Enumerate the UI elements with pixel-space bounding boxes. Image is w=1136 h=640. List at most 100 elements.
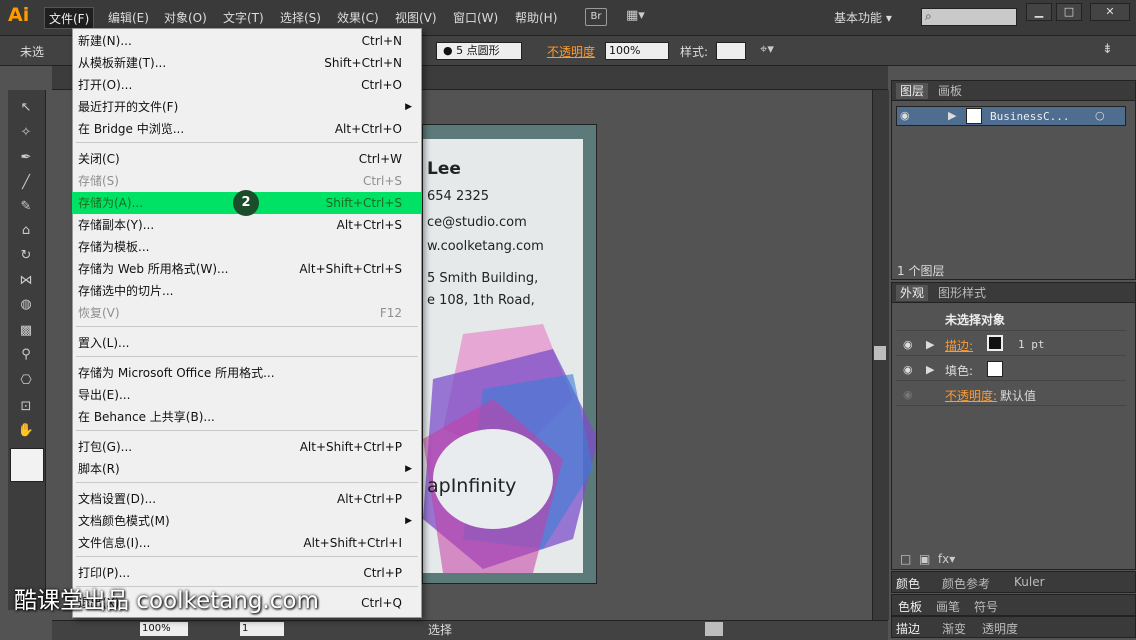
bridge-button[interactable]: Br [585,8,607,26]
tab-color[interactable]: 颜色 [896,575,920,592]
menu-view[interactable]: 视图(V) [391,7,441,29]
file-menu-item[interactable]: 从模板新建(T)... Shift+Ctrl+N [72,52,422,74]
file-menu-item[interactable]: 存储为 Web 所用格式(W)... Alt+Shift+Ctrl+S [72,258,422,280]
horizontal-scroll-thumb[interactable] [705,622,723,636]
eye-icon[interactable]: ◉ [903,363,913,376]
fill-swatch-appearance[interactable] [987,361,1003,377]
file-menu-item[interactable]: 文件信息(I)... Alt+Shift+Ctrl+I [72,532,422,554]
menu-item-shortcut: Alt+Shift+Ctrl+S [299,262,402,276]
tab-artboards[interactable]: 画板 [934,83,966,99]
eye-icon[interactable]: ◉ [903,388,913,401]
tab-layers[interactable]: 图层 [896,83,929,99]
appearance-footer-icons[interactable]: □ ▣ fx▾ [900,552,955,566]
file-menu-item[interactable]: 打开(O)... Ctrl+O [72,74,422,96]
file-menu-item[interactable]: 最近打开的文件(F) ▶ [72,96,422,118]
line-tool-icon[interactable]: ╱ [13,172,39,194]
menu-type[interactable]: 文字(T) [219,7,268,29]
minimize-button[interactable]: ▁ [1026,3,1052,21]
artboard-tool-icon[interactable]: ⊡ [13,396,39,418]
menu-help[interactable]: 帮助(H) [511,7,561,29]
paintbrush-tool-icon[interactable]: ✎ [13,196,39,218]
magic-wand-tool-icon[interactable]: ✧ [13,122,39,144]
menu-object[interactable]: 对象(O) [160,7,211,29]
menu-item-shortcut: Ctrl+O [361,78,402,92]
menu-item-label: 文档设置(D)... [78,492,157,506]
align-icon[interactable]: ⌖▾ [760,42,774,57]
symbol-sprayer-tool-icon[interactable]: ⎔ [13,370,39,392]
menu-effect[interactable]: 效果(C) [333,7,383,29]
file-menu-item[interactable]: 置入(L)... [72,332,422,354]
arrange-documents-icon[interactable]: ▦▾ [626,8,654,26]
file-menu-item[interactable]: 在 Behance 上共享(B)... [72,406,422,428]
file-menu-item[interactable]: 存储选中的切片... [72,280,422,302]
menu-item-shortcut: Ctrl+P [363,566,402,580]
brush-dropdown[interactable]: ● 5 点圆形 [436,42,522,60]
eyedropper-tool-icon[interactable]: ⚲ [13,344,39,366]
file-menu-item[interactable]: 恢复(V) F12 [72,302,422,324]
tab-kuler[interactable]: Kuler [1014,575,1045,589]
opacity-input[interactable]: 100% [605,42,669,60]
expand-arrow-icon[interactable]: ▶ [926,338,934,351]
zoom-input[interactable]: 100% [140,622,188,636]
tab-graphic-styles[interactable]: 图形样式 [934,285,990,301]
eye-icon[interactable]: ◉ [900,109,910,122]
file-menu-item[interactable]: 文档设置(D)... Alt+Ctrl+P [72,488,422,510]
file-menu-item[interactable]: 存储为模板... [72,236,422,258]
opacity-link-appearance[interactable]: 不透明度: [945,387,997,404]
stroke-swatch[interactable] [987,335,1003,351]
shaper-tool-icon[interactable]: ⌂ [13,220,39,242]
menu-item-label: 脚本(R) [78,462,120,476]
help-search-input[interactable]: ⌕ [921,8,1017,26]
opacity-link[interactable]: 不透明度 [547,43,595,60]
style-swatch[interactable] [716,42,746,60]
file-menu-item[interactable]: 存储副本(Y)... Alt+Ctrl+S [72,214,422,236]
mesh-tool-icon[interactable]: ▩ [13,320,39,342]
menu-edit[interactable]: 编辑(E) [104,7,153,29]
stroke-weight: 1 pt [1018,338,1045,351]
tab-color-guide[interactable]: 颜色参考 [942,575,990,592]
close-button[interactable]: ✕ [1090,3,1130,21]
stroke-link[interactable]: 描边: [945,337,973,354]
fill-label: 填色: [945,364,974,378]
brush-label: 5 点圆形 [456,44,500,57]
tab-swatches[interactable]: 色板 [898,598,922,615]
file-menu-item[interactable]: 文档颜色模式(M) ▶ [72,510,422,532]
tab-appearance[interactable]: 外观 [896,285,929,301]
appearance-title: 未选择对象 [945,313,1006,327]
hand-tool-icon[interactable]: ✋ [13,420,39,442]
file-menu-item[interactable]: 脚本(R) ▶ [72,458,422,480]
selection-tool-icon[interactable]: ↖ [13,97,39,119]
tab-brushes[interactable]: 画笔 [936,598,960,615]
expand-arrow-icon[interactable]: ▶ [926,363,934,376]
file-menu-item[interactable]: 存储(S) Ctrl+S [72,170,422,192]
expand-arrow-icon[interactable]: ▶ [948,109,956,122]
file-menu-item[interactable]: 存储为 Microsoft Office 所用格式... [72,362,422,384]
tab-gradient[interactable]: 渐变 [942,620,966,637]
shape-builder-tool-icon[interactable]: ◍ [13,294,39,316]
panel-menu-icon[interactable]: ⇟ [1102,42,1113,57]
tab-transparency[interactable]: 透明度 [982,620,1018,637]
vertical-scroll-thumb[interactable] [874,346,886,360]
pen-tool-icon[interactable]: ✒ [13,147,39,169]
fill-swatch[interactable] [10,448,44,482]
menu-item-shortcut: Ctrl+N [361,34,402,48]
workspace-switcher[interactable]: 基本功能 ▾ [834,7,892,29]
rotate-tool-icon[interactable]: ↻ [13,245,39,267]
menu-window[interactable]: 窗口(W) [449,7,502,29]
file-menu-item[interactable]: 打包(G)... Alt+Shift+Ctrl+P [72,436,422,458]
menu-separator [76,142,418,143]
maximize-button[interactable]: □ [1056,3,1082,21]
file-menu-item[interactable]: 新建(N)... Ctrl+N [72,30,422,52]
artboard[interactable]: Lee 654 2325 ce@studio.com w.coolketang.… [422,124,597,584]
tab-stroke[interactable]: 描边 [896,620,920,637]
file-menu-item[interactable]: 导出(E)... [72,384,422,406]
width-tool-icon[interactable]: ⋈ [13,270,39,292]
file-menu-item[interactable]: 关闭(C) Ctrl+W [72,148,422,170]
target-icon[interactable]: ○ [1095,109,1105,122]
artboard-number-input[interactable]: 1 [240,622,284,636]
file-menu-item[interactable]: 在 Bridge 中浏览... Alt+Ctrl+O [72,118,422,140]
tab-symbols[interactable]: 符号 [974,598,998,615]
menu-select[interactable]: 选择(S) [276,7,325,29]
menu-file[interactable]: 文件(F) [44,7,95,29]
eye-icon[interactable]: ◉ [903,338,913,351]
